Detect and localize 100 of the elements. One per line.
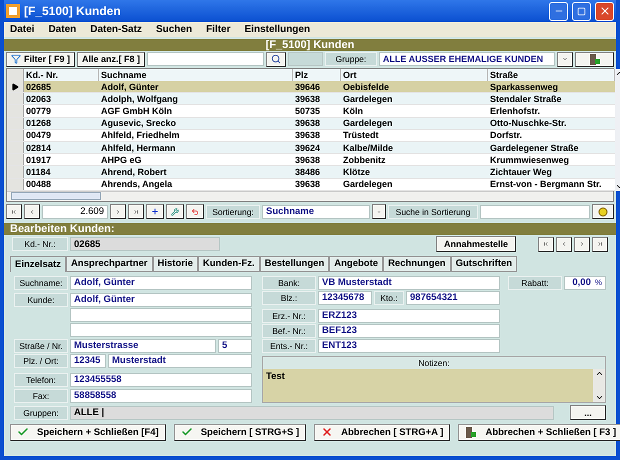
close-icon bbox=[598, 5, 610, 17]
next-record-button[interactable] bbox=[110, 204, 126, 220]
tab[interactable]: Historie bbox=[152, 256, 198, 272]
vertical-scrollbar[interactable] bbox=[593, 368, 605, 402]
tab[interactable]: Ansprechpartner bbox=[66, 256, 152, 272]
table-row[interactable]: 00479 Ahlfeld, Friedhelm 39638 Trüstedt Dorfstr. bbox=[7, 130, 615, 142]
maximize-button[interactable] bbox=[572, 2, 591, 20]
close-button[interactable] bbox=[595, 2, 614, 20]
column-header[interactable]: Suchname bbox=[99, 69, 293, 81]
input-field[interactable]: BEF123 bbox=[318, 324, 500, 338]
table-cell-text: Ahlfeld, Friedhelm bbox=[100, 130, 181, 141]
input-field[interactable]: 12345 bbox=[70, 354, 106, 368]
input-field[interactable]: 58858558 bbox=[70, 388, 252, 403]
input-field[interactable]: Adolf, Günter bbox=[70, 276, 252, 290]
table-cell-text: Adolf, Günter bbox=[100, 81, 160, 92]
menu-item[interactable]: Filter bbox=[206, 24, 231, 35]
table-row[interactable]: 02814 Ahlfeld, Hermann 39624 Kalbe/Milde Gardelegener Straße bbox=[7, 142, 615, 154]
tab[interactable]: Angebote bbox=[329, 256, 384, 272]
annahmestelle-button[interactable]: Annahmestelle bbox=[436, 236, 516, 252]
input-field[interactable]: 123455558 bbox=[70, 372, 252, 387]
table-cell-text: Gardelegen bbox=[342, 178, 394, 190]
column-header[interactable]: Ort bbox=[341, 69, 488, 81]
field-label: Bef.- Nr.: bbox=[262, 324, 316, 338]
row-header bbox=[7, 178, 24, 190]
menu-item[interactable]: Einstellungen bbox=[244, 24, 310, 35]
action-button[interactable]: Abbrechen + Schließen [ F3 ] bbox=[458, 424, 620, 441]
table-cell-text: 39646 bbox=[294, 81, 322, 92]
input-field[interactable]: Musterstadt bbox=[108, 354, 252, 368]
undo-button[interactable] bbox=[186, 204, 204, 220]
tab[interactable]: Rechnungen bbox=[383, 256, 451, 272]
group-dropdown[interactable]: ALLE AUSSER EHEMALIGE KUNDEN bbox=[378, 52, 556, 66]
show-all-button[interactable]: Alle anz.[ F8 ] bbox=[77, 52, 146, 66]
input-field[interactable]: 987654321 bbox=[406, 290, 500, 305]
tab[interactable]: Gutschriften bbox=[450, 256, 518, 272]
input-field[interactable]: 5 bbox=[218, 338, 252, 353]
sort-dropdown[interactable]: Suchname bbox=[262, 204, 370, 219]
action-button[interactable]: Speichern + Schließen [F4] bbox=[10, 424, 166, 441]
search-icon bbox=[271, 54, 282, 64]
menu-item[interactable]: Datei bbox=[10, 24, 34, 35]
input-field[interactable]: Adolf, Günter bbox=[70, 292, 252, 307]
column-header[interactable]: Plz bbox=[293, 69, 341, 81]
table-cell-text: 39638 bbox=[294, 154, 322, 166]
table-cell-text: Otto-Nuschke-Str. bbox=[489, 118, 568, 129]
table-cell-text: Klötze bbox=[342, 166, 371, 178]
last-record-button[interactable] bbox=[592, 236, 608, 252]
edit-button[interactable] bbox=[166, 204, 184, 220]
table-row[interactable]: 01184 Ahrend, Robert 38486 Klötze Zichtauer Weg bbox=[7, 166, 615, 178]
table-cell-text: 00779 bbox=[25, 105, 52, 117]
previous-record-button[interactable] bbox=[556, 236, 572, 252]
tab[interactable]: Kunden-Fz. bbox=[198, 256, 260, 272]
row-header bbox=[7, 69, 24, 81]
table-row[interactable]: 00488 Ahrends, Angela 39638 Gardelegen Ernst-von - Bergmann Str. bbox=[7, 178, 615, 191]
action-button[interactable]: Speichern [ STRG+S ] bbox=[174, 424, 306, 441]
more-button[interactable]: ... bbox=[570, 405, 606, 420]
field-label: Telefon: bbox=[14, 372, 68, 387]
last-record-button[interactable] bbox=[128, 204, 144, 220]
table-cell-text: 50735 bbox=[294, 105, 322, 117]
next-record-button[interactable] bbox=[574, 236, 590, 252]
input-field[interactable]: ERZ123 bbox=[318, 308, 500, 323]
column-header[interactable]: Straße bbox=[488, 69, 615, 81]
input-field[interactable]: VB Musterstadt bbox=[318, 276, 500, 290]
tab[interactable]: Bestellungen bbox=[260, 256, 330, 272]
column-header[interactable]: Kd.- Nr. bbox=[24, 69, 99, 81]
previous-record-button[interactable] bbox=[24, 204, 40, 220]
table-cell-text: Trüstedt bbox=[342, 130, 380, 141]
action-button[interactable]: Abbrechen [ STRG+A ] bbox=[314, 424, 450, 441]
dropdown-button[interactable] bbox=[372, 204, 386, 220]
table-row[interactable]: 02063 Adolph, Wolfgang 39638 Gardelegen Stendaler Straße bbox=[7, 93, 615, 106]
table-cell-text: 01184 bbox=[25, 166, 52, 178]
table-cell-text: AHPG eG bbox=[100, 154, 143, 166]
first-record-button[interactable] bbox=[538, 236, 554, 252]
input-field[interactable]: 0,00 % bbox=[564, 276, 606, 290]
table-row[interactable]: 01268 Agusevic, Srecko 39638 Gardelegen Otto-Nuschke-Str. bbox=[7, 118, 615, 130]
go-button[interactable] bbox=[592, 204, 614, 220]
input-field[interactable]: 12345678 bbox=[318, 290, 372, 305]
table-row[interactable]: 02685 Adolf, Günter 39646 Oebisfelde Sparkassenweg bbox=[7, 81, 615, 94]
input-field[interactable]: Musterstrasse bbox=[70, 338, 216, 353]
tab[interactable]: Einzelsatz bbox=[10, 256, 66, 272]
exit-button[interactable] bbox=[575, 52, 614, 66]
table-cell-text: Ahrend, Robert bbox=[100, 166, 168, 178]
menu-item[interactable]: Daten-Satz bbox=[90, 24, 142, 35]
add-button[interactable] bbox=[146, 204, 164, 220]
input-field[interactable]: ENT123 bbox=[318, 338, 500, 353]
scroll-thumb[interactable] bbox=[11, 192, 101, 200]
dropdown-button[interactable] bbox=[557, 52, 574, 66]
minimize-button[interactable] bbox=[549, 2, 568, 20]
menu-item[interactable]: Suchen bbox=[156, 24, 192, 35]
table-row[interactable]: 00779 AGF GmbH Köln 50735 Köln Erlenhofstr. bbox=[7, 105, 615, 118]
row-header bbox=[7, 166, 24, 178]
table-cell-text: Gardelegener Straße bbox=[489, 142, 580, 154]
table-cell-text: Zichtauer Weg bbox=[489, 166, 553, 178]
search-button[interactable] bbox=[266, 52, 286, 66]
row-header bbox=[7, 93, 24, 104]
field-label: Rabatt: bbox=[508, 276, 562, 290]
menu-item[interactable]: Daten bbox=[48, 24, 76, 35]
table-row[interactable]: 01917 AHPG eG 39638 Zobbenitz Krummwiesenweg bbox=[7, 154, 615, 166]
first-record-button[interactable] bbox=[6, 204, 22, 220]
table-cell-text: 38486 bbox=[294, 166, 322, 178]
filter-button[interactable]: Filter [ F9 ] bbox=[6, 52, 76, 66]
table-cell-text: Oebisfelde bbox=[342, 81, 390, 92]
